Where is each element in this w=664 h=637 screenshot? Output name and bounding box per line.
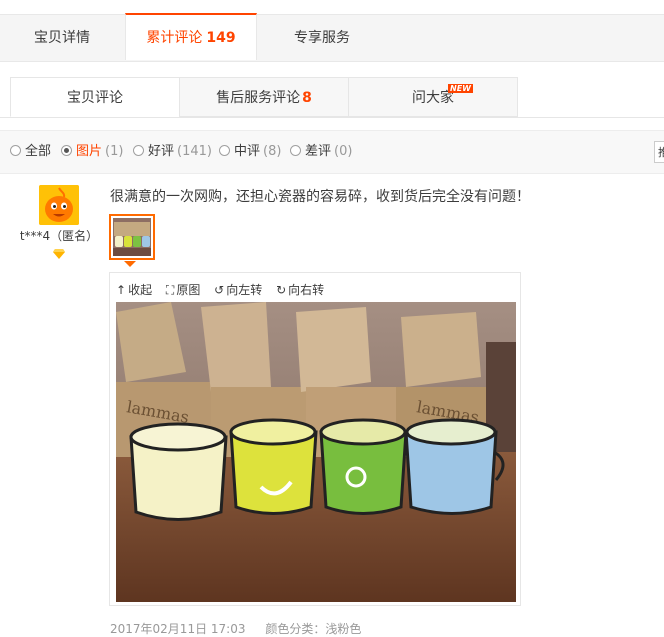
- collapse-button[interactable]: ↑ 收起: [116, 281, 152, 298]
- top-tab-bar: 宝贝详情 累计评论 149 专享服务: [0, 13, 664, 62]
- filter-neutral[interactable]: 中评 (8): [219, 131, 281, 173]
- review-text: 很满意的一次网购，还担心瓷器的容易碎，收到货后完全没有问题！: [110, 189, 530, 205]
- after-sales-count: 8: [302, 90, 312, 106]
- tab-item-details[interactable]: 宝贝详情: [0, 15, 124, 61]
- avatar-mascot-icon: [39, 185, 79, 225]
- filter-label: 全部: [25, 144, 52, 159]
- rotate-right-button[interactable]: ↻ 向右转: [276, 281, 324, 298]
- filter-positive[interactable]: 好评 (141): [133, 131, 212, 173]
- filter-all[interactable]: 全部: [10, 131, 51, 173]
- tab-label: 累计评论: [146, 30, 203, 46]
- subtab-ask-everyone[interactable]: 问大家 NEW: [348, 77, 518, 117]
- tab-label: 专享服务: [294, 30, 350, 46]
- radio-icon[interactable]: [219, 145, 230, 156]
- original-image-button[interactable]: ⛶ 原图: [166, 281, 200, 298]
- arrow-up-icon: ↑: [116, 283, 127, 297]
- tool-label: 收起: [128, 283, 153, 297]
- filter-count: (1): [105, 144, 124, 159]
- tool-label: 向右转: [288, 283, 325, 297]
- tab-reviews[interactable]: 累计评论 149: [125, 13, 257, 60]
- tool-label: 向左转: [226, 283, 263, 297]
- sort-select[interactable]: 推: [654, 141, 664, 163]
- subtab-label: 售后服务评论: [216, 90, 301, 106]
- filter-count: (8): [263, 144, 282, 159]
- avatar[interactable]: [39, 185, 79, 225]
- filter-count: (0): [334, 144, 353, 159]
- filter-label: 差评: [305, 144, 332, 159]
- filter-negative[interactable]: 差评 (0): [290, 131, 352, 173]
- radio-icon[interactable]: [133, 145, 144, 156]
- rotate-left-button[interactable]: ↺ 向左转: [214, 281, 262, 298]
- filter-label: 好评: [148, 144, 175, 159]
- subtab-item-reviews[interactable]: 宝贝评论: [10, 77, 180, 117]
- diamond-icon: [53, 249, 65, 259]
- tab-exclusive-service[interactable]: 专享服务: [258, 15, 386, 61]
- mugs-photo-image: lammas lammas: [116, 302, 516, 602]
- tool-label: 原图: [176, 283, 201, 297]
- review-count: 149: [206, 30, 236, 46]
- review-filter-bar: 全部 图片(1) 好评(141) 中评(8) 差评(0) 推: [0, 130, 664, 174]
- radio-icon[interactable]: [290, 145, 301, 156]
- expand-icon: ⛶: [165, 283, 175, 297]
- filter-label: 中评: [234, 144, 261, 159]
- tab-label: 宝贝详情: [34, 30, 90, 46]
- review-sku: 颜色分类：浅粉色: [265, 622, 362, 636]
- review-photo: lammas lammas: [116, 302, 516, 602]
- review-meta: 2017年02月11日 17:03 颜色分类：浅粉色: [110, 620, 377, 637]
- rotate-right-icon: ↻: [276, 283, 287, 297]
- divider: [0, 117, 664, 118]
- filter-label: 图片: [76, 144, 103, 159]
- new-badge: NEW: [448, 84, 473, 93]
- filter-pictures[interactable]: 图片 (1): [61, 131, 123, 173]
- photo-viewer: ↑ 收起 ⛶ 原图 ↺ 向左转 ↻ 向右转 lammas lammas: [109, 272, 521, 606]
- thumbnail-image: [113, 218, 151, 256]
- reviewer-username: t***4（匿名）: [19, 229, 99, 243]
- radio-icon[interactable]: [10, 145, 21, 156]
- radio-icon[interactable]: [61, 145, 72, 156]
- subtab-after-sales-reviews[interactable]: 售后服务评论 8: [179, 77, 349, 117]
- filter-count: (141): [177, 144, 212, 159]
- rotate-left-icon: ↺: [214, 283, 225, 297]
- review-photo-thumbnail[interactable]: [109, 214, 155, 260]
- viewer-toolbar: ↑ 收起 ⛶ 原图 ↺ 向左转 ↻ 向右转: [116, 281, 334, 298]
- subtab-label: 宝贝评论: [67, 90, 123, 106]
- thumbnail-arrow: [124, 261, 136, 267]
- review-date: 2017年02月11日 17:03: [110, 622, 246, 636]
